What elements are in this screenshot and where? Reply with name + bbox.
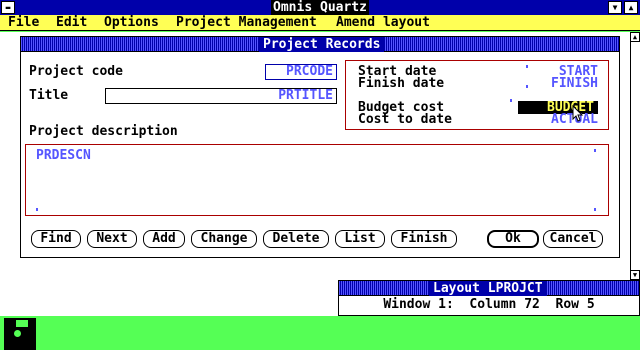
finish-date-label: Finish date — [358, 76, 445, 91]
project-description-value: PRDESCN — [36, 148, 91, 163]
field-corner-marker — [526, 85, 528, 88]
finish-button[interactable]: Finish — [391, 230, 457, 248]
next-button[interactable]: Next — [87, 230, 137, 248]
layout-title: Layout LPROJCT — [429, 281, 547, 296]
list-button[interactable]: List — [335, 230, 385, 248]
window-title: Project Records — [259, 37, 385, 52]
scroll-down-icon[interactable]: ▼ — [630, 270, 640, 280]
change-button[interactable]: Change — [191, 230, 257, 248]
field-corner-marker — [526, 65, 528, 68]
system-menu-icon[interactable]: ▬ — [1, 1, 15, 14]
project-code-label: Project code — [29, 64, 123, 79]
mouse-cursor-icon — [572, 105, 584, 122]
project-code-field[interactable]: PRCODE — [265, 64, 337, 80]
layout-title-bar[interactable]: Layout LPROJCT — [339, 281, 639, 296]
project-records-window: Project Records Project code PRCODE Titl… — [20, 36, 620, 258]
project-description-label: Project description — [29, 124, 178, 139]
app-title-bar: Omnis Quartz — [0, 0, 640, 15]
maximize-icon[interactable]: ▲ — [624, 1, 638, 14]
vertical-scrollbar[interactable] — [630, 32, 640, 280]
project-description-field[interactable]: PRDESCN — [25, 144, 609, 216]
layout-status: Window 1: Column 72 Row 5 — [383, 297, 595, 312]
field-corner-marker — [594, 208, 596, 211]
project-code-value: PRCODE — [286, 64, 333, 79]
layout-window: Layout LPROJCT Window 1: Column 72 Row 5 — [338, 280, 640, 316]
menu-edit[interactable]: Edit — [56, 15, 87, 30]
finish-date-field[interactable]: FINISH — [551, 77, 598, 91]
floppy-disk-icon[interactable] — [4, 318, 36, 350]
field-corner-marker — [36, 208, 38, 211]
minimize-icon[interactable]: ▼ — [608, 1, 622, 14]
cancel-button[interactable]: Cancel — [543, 230, 603, 248]
find-button[interactable]: Find — [31, 230, 81, 248]
floppy-hub — [14, 330, 21, 337]
field-corner-marker — [594, 149, 596, 152]
floppy-slot — [16, 320, 28, 327]
scroll-up-icon[interactable]: ▲ — [630, 32, 640, 42]
delete-button[interactable]: Delete — [263, 230, 329, 248]
dates-costs-panel: Start date START Finish date FINISH Budg… — [345, 60, 609, 130]
menu-options[interactable]: Options — [104, 15, 159, 30]
title-value: PRTITLE — [278, 88, 333, 103]
menu-amend-layout[interactable]: Amend layout — [336, 15, 430, 30]
menu-bar: File Edit Options Project Management Ame… — [0, 15, 640, 31]
add-button[interactable]: Add — [143, 230, 185, 248]
field-corner-marker — [510, 99, 512, 102]
title-field[interactable]: PRTITLE — [105, 88, 337, 104]
title-label: Title — [29, 88, 69, 103]
window-title-bar[interactable]: Project Records — [21, 37, 619, 52]
ok-button[interactable]: Ok — [487, 230, 539, 248]
menu-file[interactable]: File — [8, 15, 39, 30]
menu-project-management[interactable]: Project Management — [176, 15, 317, 30]
cost-to-date-label: Cost to date — [358, 112, 452, 127]
app-title: Omnis Quartz — [271, 0, 369, 15]
